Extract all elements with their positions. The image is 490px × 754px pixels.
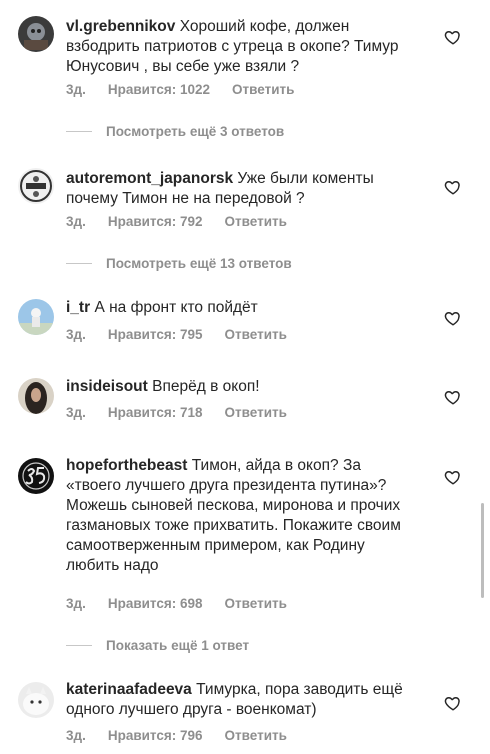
comment-age: 3д. (66, 728, 86, 743)
comment-text: hopeforthebeast Тимон, айда в окоп? За «… (66, 456, 406, 576)
view-replies-button[interactable]: Посмотреть ещё 3 ответов (66, 124, 284, 139)
reply-button[interactable]: Ответить (232, 82, 294, 97)
view-replies-label: Показать ещё 1 ответ (106, 638, 250, 653)
comment-text: autoremont_japanorsk Уже были коменты по… (66, 169, 406, 209)
comment-age: 3д. (66, 82, 86, 97)
comment-meta: 3д. Нравится: 1022 Ответить (66, 82, 316, 97)
comment-username[interactable]: insideisout (66, 378, 148, 395)
view-replies-button[interactable]: Показать ещё 1 ответ (66, 638, 249, 653)
comment-text: katerinaafadeeva Тимурка, пора заводить … (66, 680, 406, 720)
reply-button[interactable]: Ответить (225, 327, 287, 342)
view-replies-button[interactable]: Посмотреть ещё 13 ответов (66, 256, 292, 271)
divider-line (66, 131, 92, 132)
comment-body: Тимон, айда в окоп? За «твоего лучшего д… (66, 457, 401, 574)
comment-body: А на фронт кто пойдёт (94, 299, 258, 316)
like-heart-icon[interactable] (444, 28, 462, 46)
comment-username[interactable]: vl.grebennikov (66, 18, 175, 35)
avatar[interactable] (18, 378, 54, 414)
comment-username[interactable]: autoremont_japanorsk (66, 170, 233, 187)
comment-username[interactable]: hopeforthebeast (66, 457, 187, 474)
comment-age: 3д. (66, 327, 86, 342)
avatar[interactable] (18, 682, 54, 718)
like-heart-icon[interactable] (444, 309, 462, 327)
comment-likes[interactable]: Нравится: 1022 (108, 82, 210, 97)
comment-age: 3д. (66, 596, 86, 611)
reply-button[interactable]: Ответить (225, 728, 287, 743)
reply-button[interactable]: Ответить (225, 596, 287, 611)
avatar[interactable] (18, 168, 54, 204)
avatar[interactable] (18, 299, 54, 335)
divider-line (66, 263, 92, 264)
like-heart-icon[interactable] (444, 178, 462, 196)
comment-text: i_tr А на фронт кто пойдёт (66, 298, 406, 318)
comment-age: 3д. (66, 214, 86, 229)
comment-likes[interactable]: Нравится: 796 (108, 728, 203, 743)
scrollbar[interactable] (481, 503, 484, 598)
view-replies-label: Посмотреть ещё 13 ответов (106, 256, 292, 271)
comment-likes[interactable]: Нравится: 718 (108, 405, 203, 420)
like-heart-icon[interactable] (444, 388, 462, 406)
like-heart-icon[interactable] (444, 694, 462, 712)
comment-likes[interactable]: Нравится: 792 (108, 214, 203, 229)
comment-meta: 3д. Нравится: 718 Ответить (66, 405, 309, 420)
comment-body: Вперёд в окоп! (152, 378, 260, 395)
comment-username[interactable]: i_tr (66, 299, 90, 316)
comment-text: vl.grebennikov Хороший кофе, должен взбо… (66, 17, 406, 77)
view-replies-label: Посмотреть ещё 3 ответов (106, 124, 285, 139)
comment-meta: 3д. Нравится: 698 Ответить (66, 596, 309, 611)
divider-line (66, 645, 92, 646)
comment-text: insideisout Вперёд в окоп! (66, 377, 406, 397)
like-heart-icon[interactable] (444, 468, 462, 486)
comment-username[interactable]: katerinaafadeeva (66, 681, 192, 698)
comment-meta: 3д. Нравится: 792 Ответить (66, 214, 309, 229)
avatar[interactable] (18, 458, 54, 494)
comment-likes[interactable]: Нравится: 698 (108, 596, 203, 611)
reply-button[interactable]: Ответить (225, 405, 287, 420)
comment-meta: 3д. Нравится: 796 Ответить (66, 728, 309, 743)
comment-meta: 3д. Нравится: 795 Ответить (66, 327, 309, 342)
comment-age: 3д. (66, 405, 86, 420)
reply-button[interactable]: Ответить (225, 214, 287, 229)
avatar[interactable] (18, 16, 54, 52)
comment-likes[interactable]: Нравится: 795 (108, 327, 203, 342)
